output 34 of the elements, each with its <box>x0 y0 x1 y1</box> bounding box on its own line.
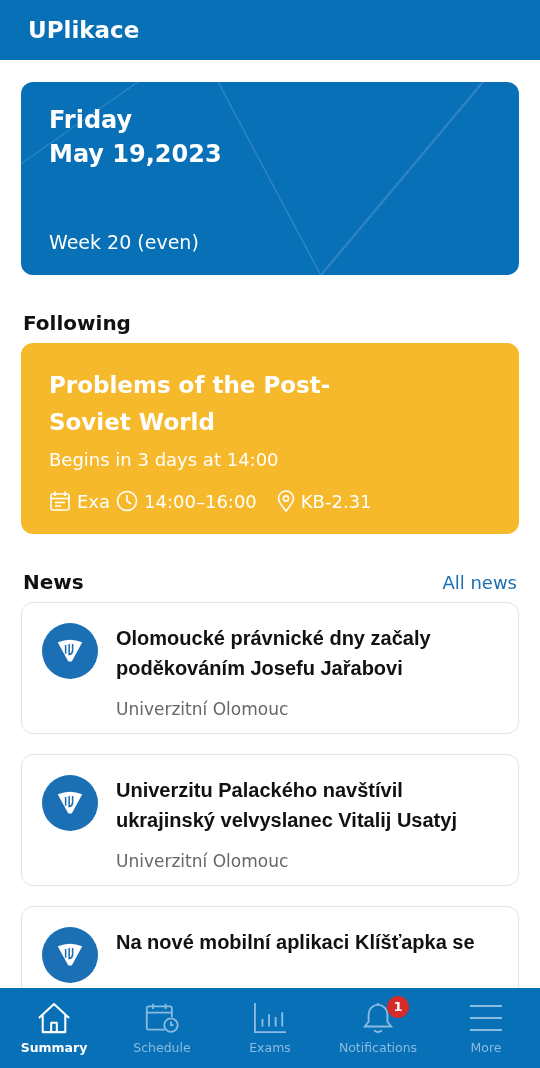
news-source: Univerzitní Olomouc <box>116 699 290 719</box>
all-news-link[interactable]: All news <box>442 571 517 593</box>
tab[interactable]: Schedule <box>108 988 216 1068</box>
section-heading: Following <box>23 311 132 335</box>
date-text: May 19,2023 <box>49 140 222 168</box>
news-headline: Univerzitu Palackého navštívil ukrajinský velvyslanec Vitalij Usatyj <box>116 778 458 833</box>
event-room: KB-2.31 <box>300 490 372 512</box>
notification-badge: 1 <box>387 995 409 1018</box>
calendar-clock-icon <box>145 1001 179 1034</box>
app-title: UPlikace <box>28 17 140 43</box>
shield-logo-icon <box>42 927 98 983</box>
location-pin-icon <box>276 490 295 512</box>
shield-logo-icon <box>42 623 98 679</box>
clock-icon <box>116 490 139 512</box>
section-heading: News <box>23 570 84 594</box>
day-name: Friday <box>49 106 133 134</box>
event-countdown: Begins in 3 days at 14:00 <box>49 449 280 470</box>
bell-icon <box>361 1001 395 1034</box>
event-type: Exa <box>77 490 111 512</box>
news-source: Univerzitní Olomouc <box>116 851 290 871</box>
event-time: 14:00–16:00 <box>144 490 257 512</box>
news-card[interactable]: Olomoucké právnické dny začaly poděkováním Josefu Jařabovi Univerzitní Olomouc <box>21 602 519 734</box>
tab[interactable]: More <box>432 988 540 1068</box>
calendar-icon <box>49 490 71 512</box>
home-icon <box>37 1001 71 1034</box>
tab[interactable]: Summary <box>0 988 108 1068</box>
news-card[interactable]: Univerzitu Palackého navštívil ukrajinský velvyslanec Vitalij Usatyj Univerzitní Olomouc <box>21 754 519 886</box>
bar-chart-icon <box>253 1001 287 1034</box>
tab[interactable]: 1 Notifications <box>324 988 432 1068</box>
shield-logo-icon <box>42 775 98 831</box>
news-headline: Olomoucké právnické dny začaly poděkováním Josefu Jařabovi <box>116 626 432 681</box>
week-label: Week 20 (even) <box>49 231 199 253</box>
news-headline: Na nové mobilní aplikaci Klíšťapka se <box>116 930 475 955</box>
event-title: Problems of the Post-Soviet World <box>49 371 332 437</box>
